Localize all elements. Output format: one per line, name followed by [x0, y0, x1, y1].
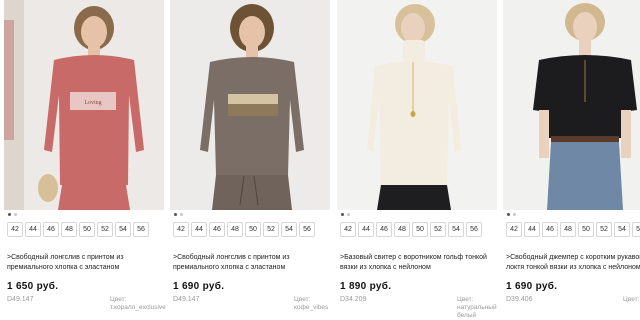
pager-dot[interactable] — [507, 213, 510, 216]
size-option[interactable]: 44 — [25, 222, 41, 237]
product-price: 1 890 руб. — [340, 281, 392, 292]
color-value: т.коралл_exclusive — [110, 304, 166, 311]
size-option[interactable]: 56 — [133, 222, 149, 237]
product-photo[interactable]: Loving — [4, 0, 164, 210]
size-option[interactable]: 46 — [542, 222, 558, 237]
product-card[interactable]: 42 44 46 48 50 52 54 56 >Свободный лонгс… — [170, 0, 330, 314]
product-sku: D49.147 — [173, 296, 200, 303]
size-option[interactable]: 54 — [115, 222, 131, 237]
pager-dot[interactable] — [14, 213, 17, 216]
size-option[interactable]: 42 — [340, 222, 356, 237]
product-color: Цвет: т.коралл_exclusive — [110, 296, 170, 312]
size-option[interactable]: 42 — [506, 222, 522, 237]
pager-dot[interactable] — [347, 213, 350, 216]
pager-dot[interactable] — [174, 213, 177, 216]
model-photo-image: Loving — [4, 0, 164, 210]
product-grid: Loving 42 44 46 48 50 52 54 56 >Свободны… — [0, 0, 640, 319]
size-option[interactable]: 56 — [466, 222, 482, 237]
product-sku: D39.406 — [506, 296, 533, 303]
product-price: 1 690 руб. — [506, 281, 558, 292]
size-option[interactable]: 44 — [524, 222, 540, 237]
color-label: Цвет: — [110, 296, 127, 303]
size-option[interactable]: 54 — [281, 222, 297, 237]
product-card[interactable]: 42 44 46 48 50 52 54 56 >Свободный джемп… — [503, 0, 640, 314]
size-option[interactable]: 46 — [209, 222, 225, 237]
product-title-line: >Свободный лонгслив с принтом из — [173, 254, 290, 261]
product-card[interactable]: 42 44 46 48 50 52 54 56 >Базовый свитер … — [337, 0, 500, 319]
product-title-line: вязки из хлопка с нейлоном — [340, 264, 431, 271]
product-title[interactable]: >Свободный лонгслив с принтом из премиал… — [7, 253, 167, 273]
size-option[interactable]: 52 — [263, 222, 279, 237]
size-option[interactable]: 48 — [61, 222, 77, 237]
product-photo[interactable] — [337, 0, 497, 210]
size-option[interactable]: 56 — [299, 222, 315, 237]
model-photo-image — [503, 0, 640, 210]
size-option[interactable]: 42 — [173, 222, 189, 237]
product-photo[interactable] — [170, 0, 330, 210]
size-list: 42 44 46 48 50 52 54 56 — [173, 222, 315, 237]
size-option[interactable]: 52 — [430, 222, 446, 237]
product-title[interactable]: >Свободный джемпер с коротким рукавом ло… — [506, 253, 640, 273]
image-pager[interactable] — [8, 213, 17, 219]
size-option[interactable]: 54 — [448, 222, 464, 237]
model-photo-image — [337, 0, 497, 210]
product-price: 1 650 руб. — [7, 281, 59, 292]
size-option[interactable]: 44 — [358, 222, 374, 237]
size-option[interactable]: 44 — [191, 222, 207, 237]
product-title[interactable]: >Базовый свитер с воротником гольф тонко… — [340, 253, 500, 273]
product-price: 1 690 руб. — [173, 281, 225, 292]
size-option[interactable]: 50 — [245, 222, 261, 237]
size-option[interactable]: 50 — [412, 222, 428, 237]
print-text: Loving — [84, 100, 101, 106]
size-option[interactable]: 46 — [43, 222, 59, 237]
product-title-line: премиального хлопка с эластаном — [7, 264, 120, 271]
product-card[interactable]: Loving 42 44 46 48 50 52 54 56 >Свободны… — [4, 0, 167, 314]
size-option[interactable]: 54 — [614, 222, 630, 237]
model-photo-image — [170, 0, 330, 210]
product-title-line: локтя тонкой вязки из хлопка с нейлоном — [506, 264, 640, 271]
size-option[interactable]: 48 — [560, 222, 576, 237]
size-option[interactable]: 52 — [596, 222, 612, 237]
product-title-line: премиального хлопка с эластаном — [173, 264, 286, 271]
size-list: 42 44 46 48 50 52 54 56 — [340, 222, 482, 237]
product-title-line: >Свободный джемпер с коротким рукавом — [506, 254, 640, 261]
size-list: 42 44 46 48 50 52 54 56 — [506, 222, 640, 237]
size-list: 42 44 46 48 50 52 54 56 — [7, 222, 149, 237]
size-option[interactable]: 50 — [79, 222, 95, 237]
product-color: Цвет: — [623, 296, 640, 304]
product-title[interactable]: >Свободный лонгслив с принтом из премиал… — [173, 253, 333, 273]
size-option[interactable]: 42 — [7, 222, 23, 237]
pager-dot[interactable] — [513, 213, 516, 216]
image-pager[interactable] — [507, 213, 516, 219]
product-title-line: >Свободный лонгслив с принтом из — [7, 254, 124, 261]
pager-dot[interactable] — [8, 213, 11, 216]
size-option[interactable]: 50 — [578, 222, 594, 237]
size-option[interactable]: 48 — [227, 222, 243, 237]
product-sku: D34.209 — [340, 296, 367, 303]
pager-dot[interactable] — [180, 213, 183, 216]
size-option[interactable]: 48 — [394, 222, 410, 237]
color-label: Цвет: — [623, 296, 640, 303]
size-option[interactable]: 56 — [632, 222, 640, 237]
size-option[interactable]: 52 — [97, 222, 113, 237]
image-pager[interactable] — [341, 213, 350, 219]
product-sku: D49.147 — [7, 296, 34, 303]
size-option[interactable]: 46 — [376, 222, 392, 237]
pager-dot[interactable] — [341, 213, 344, 216]
product-title-line: >Базовый свитер с воротником гольф тонко… — [340, 254, 487, 261]
image-pager[interactable] — [174, 213, 183, 219]
product-photo[interactable] — [503, 0, 640, 210]
